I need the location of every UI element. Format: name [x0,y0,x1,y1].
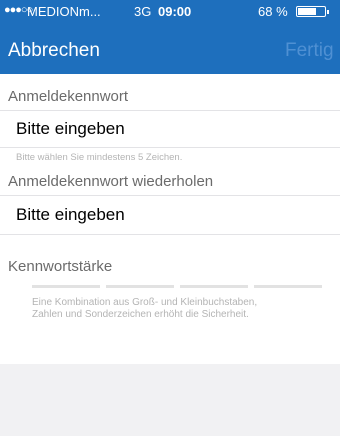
password-repeat-label: Anmeldekennwort wiederholen [8,173,214,190]
divider [0,147,340,148]
network-type: 3G [134,4,152,19]
divider [0,110,340,111]
password-input[interactable]: Bitte eingeben [16,119,326,139]
strength-meter [32,285,322,288]
battery-icon [296,6,329,17]
strength-label: Kennwortstärke [8,258,113,275]
carrier-name: MEDIONm... [27,4,101,19]
password-label: Anmeldekennwort [8,88,129,105]
cancel-button[interactable]: Abbrechen [8,40,100,62]
divider [0,195,340,196]
password-hint: Bitte wählen Sie mindestens 5 Zeichen. [16,152,183,163]
status-time: 09:00 [158,4,192,19]
strength-hint-line: Eine Kombination aus Groß- und Kleinbuch… [32,297,258,308]
battery-percentage: 68 % [258,4,288,19]
navigation-bar: ●●●○○ MEDIONm... 3G 09:00 68 % Abbrechen… [0,0,340,74]
strength-segment [32,285,100,288]
done-button[interactable]: Fertig [285,40,334,62]
strength-segment [106,285,174,288]
status-bar: ●●●○○ MEDIONm... 3G 09:00 68 % [0,0,340,22]
strength-segment [254,285,322,288]
strength-hint: Eine Kombination aus Groß- und Kleinbuch… [32,297,332,321]
strength-hint-line: Zahlen und Sonderzeichen erhöht die Sich… [32,309,249,320]
battery-nub [327,10,329,14]
password-form: Anmeldekennwort Bitte eingeben Bitte wäh… [0,74,340,364]
password-repeat-input[interactable]: Bitte eingeben [16,205,326,225]
battery-fill [298,8,316,15]
divider [0,234,340,235]
strength-segment [180,285,248,288]
